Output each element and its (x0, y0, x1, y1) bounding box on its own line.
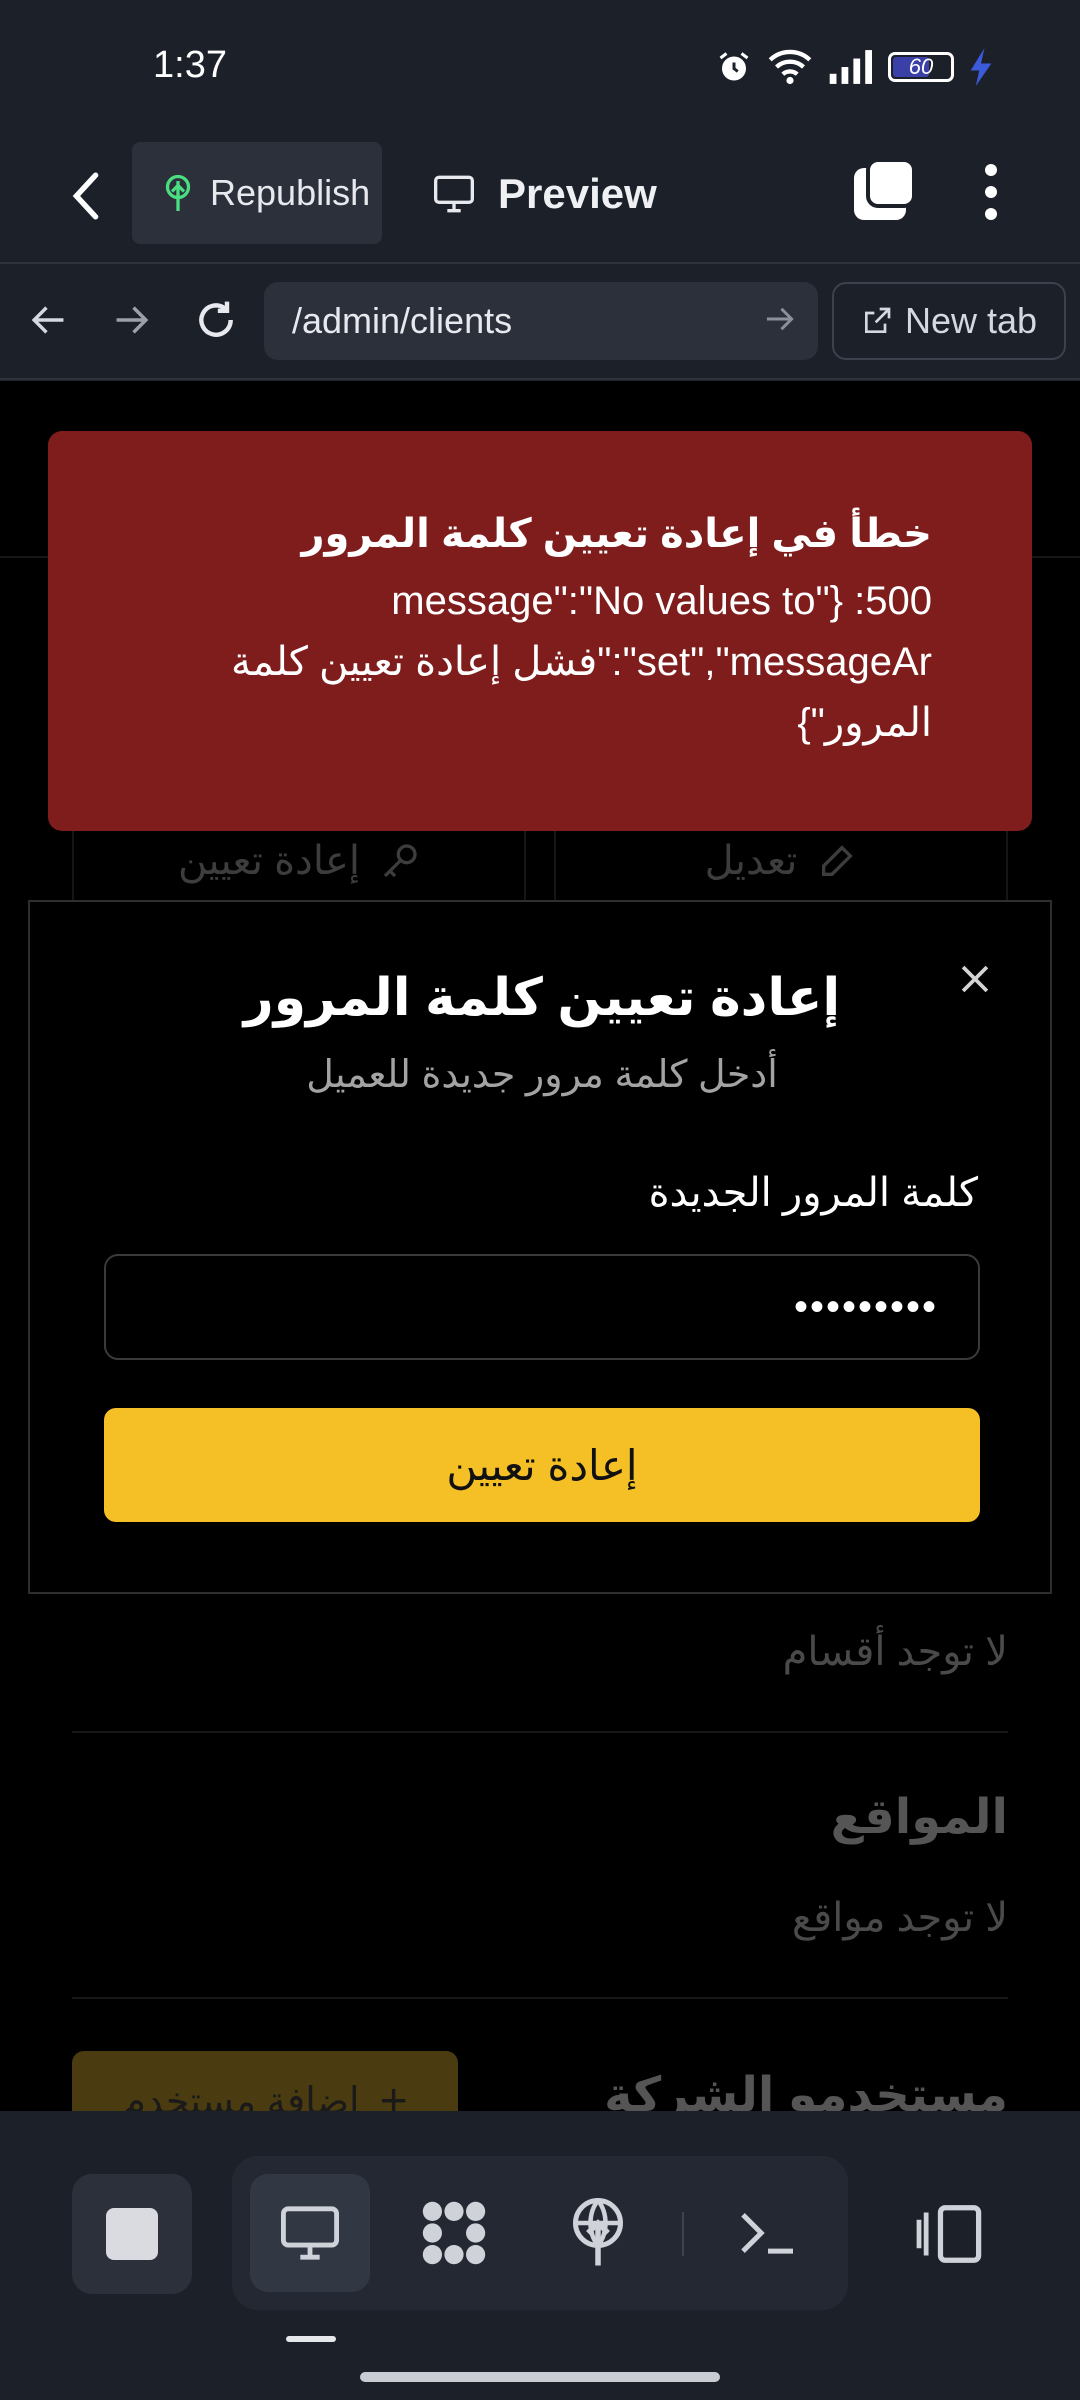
plus-icon: + (379, 2074, 408, 2112)
arrow-right-icon (116, 306, 149, 334)
external-link-icon (864, 307, 891, 333)
more-options-button[interactable] (966, 154, 1016, 230)
toast-message: 500: {"message":"No values to set","mess… (231, 579, 932, 745)
company-users-heading: مستخدمو الشركة (604, 2069, 1008, 2111)
reset-password-dialog: إعادة تعيين كلمة المرور أدخل كلمة مرور ج… (28, 900, 1052, 1594)
no-locations-text: لا توجد مواقع (791, 1896, 1008, 1940)
side-panel-icon (916, 2205, 982, 2263)
wifi-icon (768, 49, 812, 85)
reload-icon (199, 301, 233, 337)
battery-icon: 60 (888, 52, 954, 82)
bottom-toolbar (0, 2112, 1080, 2400)
signal-icon (829, 50, 872, 84)
reset-label: إعادة تعيين (177, 839, 361, 883)
back-button[interactable] (56, 158, 116, 234)
new-tab-label: New tab (904, 300, 1038, 341)
panel-toggle-button[interactable] (900, 2174, 1000, 2294)
edit-icon (822, 845, 854, 876)
dialog-subtitle: أدخل كلمة مرور جديدة للعميل (306, 1054, 778, 1096)
republish-icon (165, 174, 191, 211)
republish-label: Republish (210, 172, 371, 213)
error-toast: خطأ في إعادة تعيين كلمة المرور 500: {"me… (48, 431, 1032, 831)
home-indicator[interactable] (360, 2372, 720, 2382)
add-user-label: إضافة مستخدم (122, 2080, 360, 2112)
dot-icon (985, 164, 997, 176)
dialog-title: إعادة تعيين كلمة المرور (243, 969, 841, 1027)
new-tab-button[interactable]: New tab (832, 282, 1066, 360)
preview-button[interactable]: Preview (432, 156, 657, 232)
stop-icon (106, 2208, 158, 2260)
preview-tool-button[interactable] (250, 2174, 370, 2292)
globe-deploy-icon (573, 2198, 623, 2266)
tabs-icon (854, 158, 916, 220)
shell-tool-button[interactable] (708, 2174, 828, 2292)
arrow-left-icon (31, 306, 64, 334)
status-time: 1:37 (153, 44, 227, 86)
new-password-label: كلمة المرور الجديدة (648, 1171, 978, 1215)
go-arrow-icon[interactable] (764, 302, 796, 336)
no-departments-text: لا توجد أقسام (782, 1630, 1008, 1674)
toast-title: خطأ في إعادة تعيين كلمة المرور (301, 512, 932, 556)
agent-icon (422, 2201, 486, 2265)
locations-heading: المواقع (830, 1791, 1008, 1844)
stop-button[interactable] (72, 2174, 192, 2294)
monitor-icon (281, 2206, 339, 2260)
status-icons: 60 (716, 48, 992, 86)
preview-label: Preview (498, 170, 657, 217)
reset-submit-button[interactable]: إعادة تعيين (104, 1408, 980, 1522)
app-bar: Republish Preview (0, 130, 1080, 260)
dot-icon (985, 208, 997, 220)
tabs-button[interactable] (850, 154, 920, 230)
divider (72, 1997, 1008, 1999)
url-input[interactable]: /admin/clients (264, 282, 818, 360)
browser-forward-button[interactable] (102, 290, 162, 350)
browser-nav-bar: /admin/clients New tab (0, 262, 1080, 380)
status-bar: 1:37 60 (0, 0, 1080, 130)
monitor-icon (434, 175, 474, 213)
dot-icon (985, 186, 997, 198)
active-tab-indicator (286, 2336, 336, 2342)
separator (682, 2212, 684, 2256)
url-text: /admin/clients (292, 300, 513, 341)
edit-label: تعديل (704, 839, 798, 883)
tool-group (232, 2156, 848, 2310)
browser-back-button[interactable] (18, 290, 78, 350)
battery-level: 60 (908, 54, 934, 79)
new-password-input[interactable]: ••••••••• (104, 1254, 980, 1360)
chevron-left-icon (72, 172, 99, 220)
republish-button[interactable]: Republish (132, 142, 382, 244)
add-user-button[interactable]: + إضافة مستخدم (72, 2051, 458, 2111)
key-icon (383, 844, 417, 878)
alarm-icon (719, 52, 749, 81)
divider (72, 1731, 1008, 1733)
reload-button[interactable] (186, 290, 246, 350)
agent-tool-button[interactable] (394, 2174, 514, 2292)
deploy-tool-button[interactable] (538, 2174, 658, 2292)
terminal-icon (741, 2213, 793, 2254)
charging-bolt-icon (970, 48, 992, 86)
